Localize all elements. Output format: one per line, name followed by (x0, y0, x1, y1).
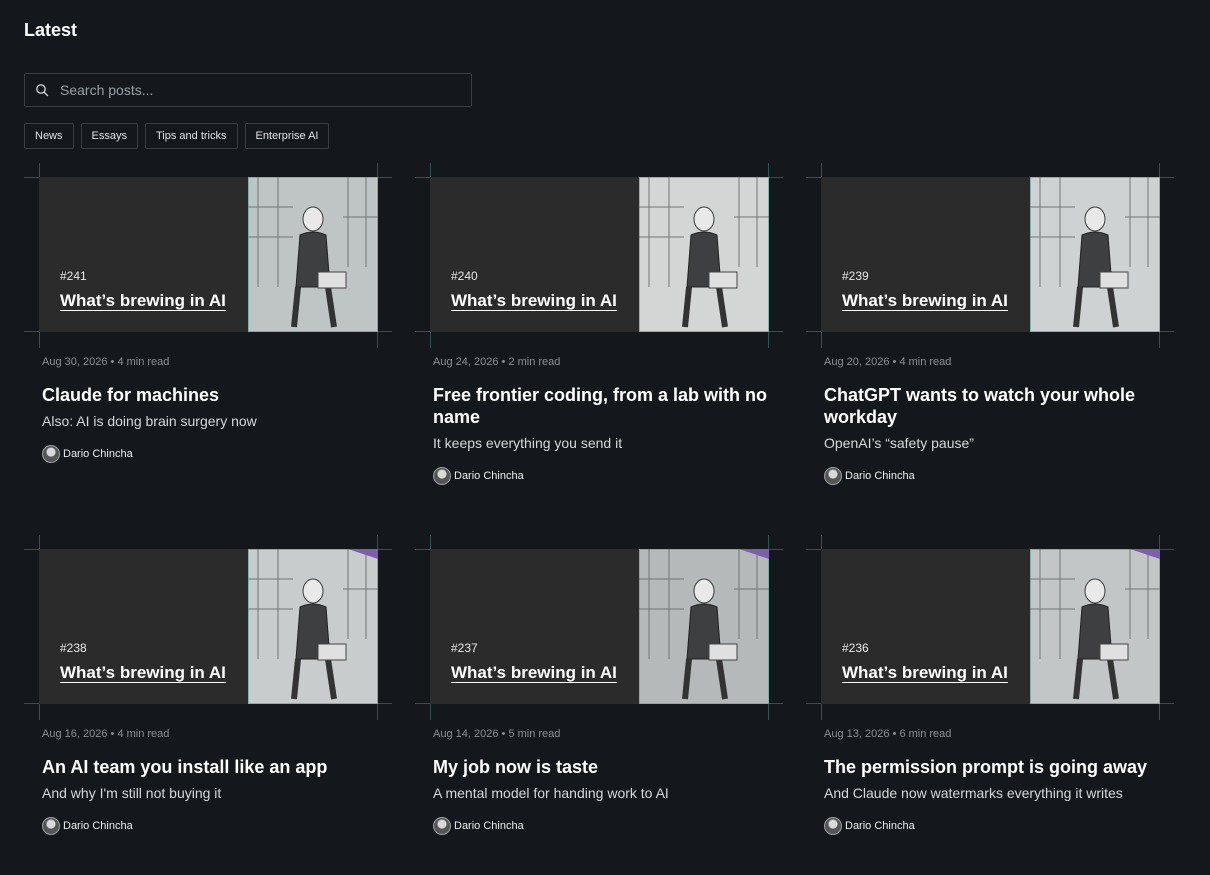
post-date: Aug 20, 2026 (824, 356, 890, 368)
read-time: 6 min read (899, 728, 952, 740)
man-drinking-on-train-illustration (1029, 549, 1160, 704)
man-at-train-table-illustration (638, 549, 769, 704)
post-author[interactable]: Dario Chincha (42, 815, 382, 837)
post-subtitle: And why I'm still not buying it (42, 785, 222, 801)
post-hero-image[interactable]: #236 What’s brewing in AI (821, 549, 1160, 704)
read-time: 2 min read (508, 356, 561, 368)
post-title[interactable]: My job now is taste (433, 756, 773, 778)
man-at-cafe-laptop-illustration (247, 177, 378, 332)
post-meta: Aug 30, 2026 • 4 min read (42, 356, 169, 368)
post-date: Aug 13, 2026 (824, 728, 890, 740)
post-title[interactable]: Free frontier coding, from a lab with no… (433, 384, 773, 428)
issue-number: #241 (60, 269, 87, 283)
avatar (42, 817, 60, 835)
post-hero-frame: #237 What’s brewing in AI (415, 535, 783, 720)
post-hero-frame: #238 What’s brewing in AI (24, 535, 392, 720)
post-date: Aug 16, 2026 (42, 728, 108, 740)
hero-title[interactable]: What’s brewing in AI (842, 663, 1008, 683)
post-date: Aug 30, 2026 (42, 356, 108, 368)
avatar (824, 467, 842, 485)
search-icon (36, 84, 49, 97)
post-meta: Aug 16, 2026 • 4 min read (42, 728, 169, 740)
hero-title[interactable]: What’s brewing in AI (842, 291, 1008, 311)
post-hero-frame: #239 What’s brewing in AI (806, 163, 1174, 348)
filter-essays[interactable]: Essays (80, 123, 138, 149)
post-title[interactable]: ChatGPT wants to watch your whole workda… (824, 384, 1164, 428)
issue-number: #236 (842, 641, 869, 655)
post-author[interactable]: Dario Chincha (433, 465, 773, 487)
search-box[interactable] (24, 73, 472, 107)
hero-title[interactable]: What’s brewing in AI (451, 663, 617, 683)
author-name: Dario Chincha (454, 820, 524, 832)
post-date: Aug 24, 2026 (433, 356, 499, 368)
post-hero-image[interactable]: #240 What’s brewing in AI (430, 177, 769, 332)
post-hero-image[interactable]: #239 What’s brewing in AI (821, 177, 1160, 332)
hero-title[interactable]: What’s brewing in AI (60, 663, 226, 683)
post-subtitle: It keeps everything you send it (433, 435, 623, 451)
post-subtitle: Also: AI is doing brain surgery now (42, 413, 257, 429)
post-card[interactable]: #238 What’s brewing in AI Aug 16, 2026 •… (24, 535, 392, 875)
hero-title[interactable]: What’s brewing in AI (451, 291, 617, 311)
post-meta: Aug 13, 2026 • 6 min read (824, 728, 951, 740)
post-author[interactable]: Dario Chincha (824, 815, 1164, 837)
post-card[interactable]: #237 What’s brewing in AI Aug 14, 2026 •… (415, 535, 783, 875)
read-time: 5 min read (508, 728, 561, 740)
author-name: Dario Chincha (63, 820, 133, 832)
post-author[interactable]: Dario Chincha (824, 465, 1164, 487)
post-hero-frame: #241 What’s brewing in AI (24, 163, 392, 348)
post-subtitle: A mental model for handing work to AI (433, 785, 669, 801)
read-time: 4 min read (899, 356, 952, 368)
post-title[interactable]: The permission prompt is going away (824, 756, 1164, 778)
post-card[interactable]: #236 What’s brewing in AI Aug 13, 2026 •… (806, 535, 1174, 875)
issue-number: #238 (60, 641, 87, 655)
post-card[interactable]: #241 What’s brewing in AI Aug 30, 2026 •… (24, 163, 392, 503)
post-hero-image[interactable]: #241 What’s brewing in AI (39, 177, 378, 332)
filter-tips-and-tricks[interactable]: Tips and tricks (144, 123, 238, 149)
man-on-floor-laptop-illustration (1029, 177, 1160, 332)
filter-chips: News Essays Tips and tricks Enterprise A… (24, 123, 330, 149)
post-hero-frame: #236 What’s brewing in AI (806, 535, 1174, 720)
post-meta: Aug 24, 2026 • 2 min read (433, 356, 560, 368)
post-hero-image[interactable]: #238 What’s brewing in AI (39, 549, 378, 704)
avatar (824, 817, 842, 835)
read-time: 4 min read (117, 728, 170, 740)
post-hero-image[interactable]: #237 What’s brewing in AI (430, 549, 769, 704)
man-holding-mug-by-window-illustration (638, 177, 769, 332)
hero-title[interactable]: What’s brewing in AI (60, 291, 226, 311)
filter-enterprise-ai[interactable]: Enterprise AI (244, 123, 330, 149)
post-author[interactable]: Dario Chincha (433, 815, 773, 837)
author-name: Dario Chincha (845, 470, 915, 482)
read-time: 4 min read (117, 356, 170, 368)
post-meta: Aug 14, 2026 • 5 min read (433, 728, 560, 740)
avatar (433, 817, 451, 835)
author-name: Dario Chincha (63, 448, 133, 460)
page-title: Latest (24, 20, 78, 40)
avatar (42, 445, 60, 463)
post-card[interactable]: #239 What’s brewing in AI Aug 20, 2026 •… (806, 163, 1174, 503)
issue-number: #237 (451, 641, 478, 655)
post-card[interactable]: #240 What’s brewing in AI Aug 24, 2026 •… (415, 163, 783, 503)
post-subtitle: OpenAI’s “safety pause” (824, 435, 974, 451)
filter-news[interactable]: News (24, 123, 74, 149)
issue-number: #240 (451, 269, 478, 283)
post-author[interactable]: Dario Chincha (42, 443, 382, 465)
post-title[interactable]: Claude for machines (42, 384, 382, 406)
author-name: Dario Chincha (454, 470, 524, 482)
author-name: Dario Chincha (845, 820, 915, 832)
avatar (433, 467, 451, 485)
post-title[interactable]: An AI team you install like an app (42, 756, 382, 778)
man-arms-crossed-illustration (247, 549, 378, 704)
search-input[interactable] (58, 74, 471, 106)
post-meta: Aug 20, 2026 • 4 min read (824, 356, 951, 368)
post-subtitle: And Claude now watermarks everything it … (824, 785, 1123, 801)
issue-number: #239 (842, 269, 869, 283)
post-hero-frame: #240 What’s brewing in AI (415, 163, 783, 348)
post-date: Aug 14, 2026 (433, 728, 499, 740)
